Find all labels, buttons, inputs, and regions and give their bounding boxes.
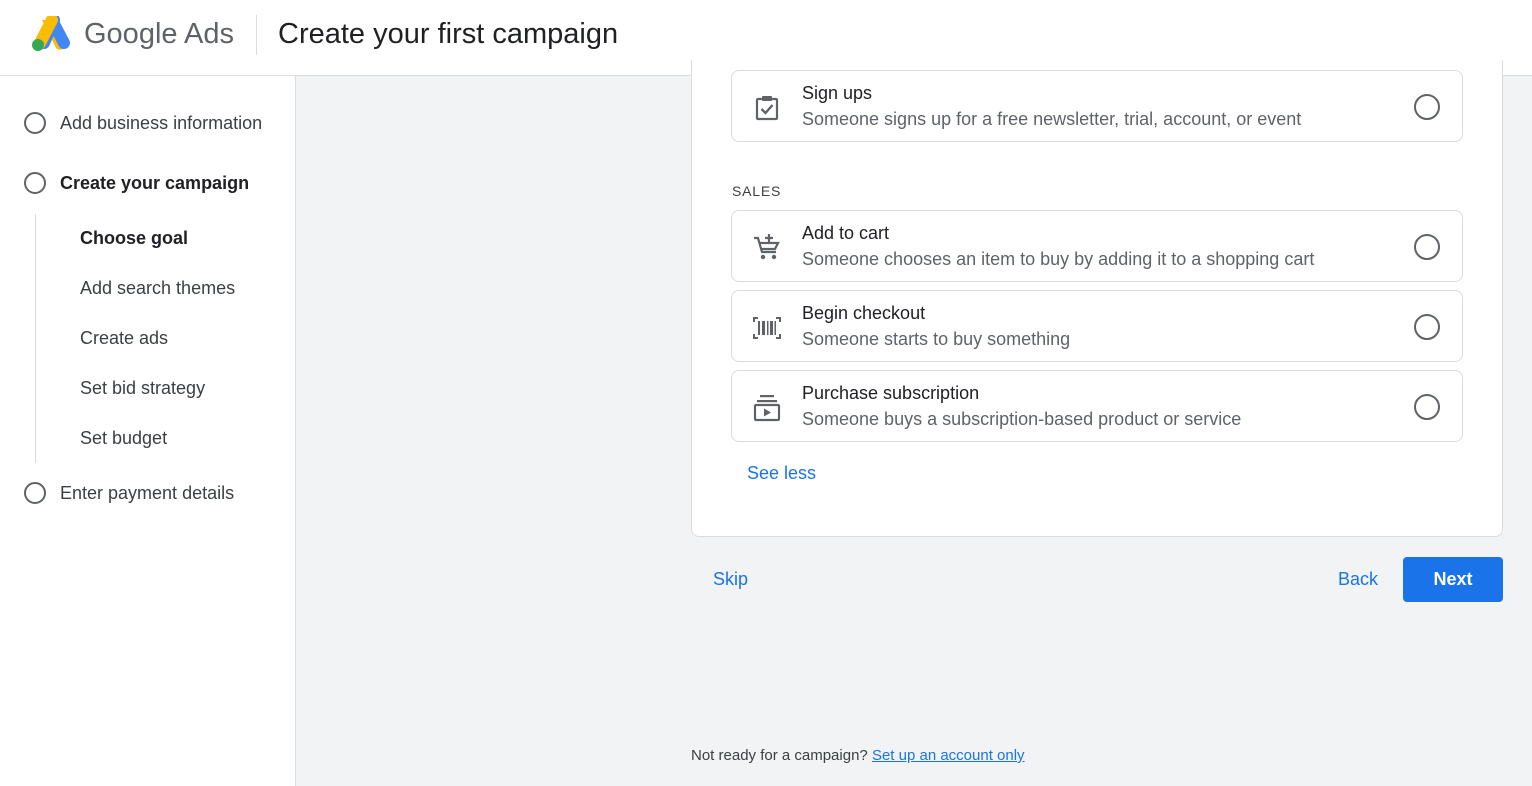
step-label: Create your campaign <box>60 172 250 193</box>
goal-description: Someone signs up for a free newsletter, … <box>802 109 1302 129</box>
clipboard-check-icon <box>755 96 779 121</box>
goal-option-add-to-cart[interactable]: Add to cart Someone chooses an item to b… <box>731 210 1463 282</box>
substep-set-bid-strategy[interactable]: Set bid strategy <box>80 378 205 399</box>
google-ads-logo-icon <box>32 16 70 51</box>
sidebar: Add business information Create your cam… <box>0 76 296 786</box>
footer-note: Not ready for a campaign? Set up an acco… <box>691 747 1025 764</box>
substep-add-search-themes[interactable]: Add search themes <box>80 278 235 299</box>
goal-radio[interactable] <box>1414 94 1440 120</box>
substep-choose-goal[interactable]: Choose goal <box>80 228 188 249</box>
footer-text: Not ready for a campaign? <box>691 747 868 764</box>
step-add-business-information[interactable]: Add business information <box>24 111 262 135</box>
step-label: Enter payment details <box>60 482 235 503</box>
step-enter-payment-details[interactable]: Enter payment details <box>24 481 234 505</box>
goal-option-sign-ups[interactable]: Sign ups Someone signs up for a free new… <box>731 70 1463 142</box>
cart-add-icon <box>754 234 780 260</box>
next-button[interactable]: Next <box>1403 557 1503 602</box>
header-divider <box>256 15 257 55</box>
section-label-sales: SALES <box>732 183 782 199</box>
back-button[interactable]: Back <box>1338 569 1378 590</box>
substep-set-budget[interactable]: Set budget <box>80 428 167 449</box>
substep-line <box>35 214 36 463</box>
goal-option-begin-checkout[interactable]: Begin checkout Someone starts to buy som… <box>731 290 1463 362</box>
see-less-link[interactable]: See less <box>747 463 816 484</box>
goal-title: Begin checkout <box>802 303 926 323</box>
skip-button[interactable]: Skip <box>713 569 748 590</box>
barcode-icon <box>753 317 781 339</box>
step-status-circle-icon <box>24 482 46 504</box>
goal-radio[interactable] <box>1414 314 1440 340</box>
step-label: Add business information <box>60 112 263 133</box>
step-status-circle-icon <box>24 172 46 194</box>
brand-ads: Ads <box>183 18 234 50</box>
brand-name: Google Ads <box>84 18 234 51</box>
step-status-circle-icon <box>24 112 46 134</box>
goal-radio[interactable] <box>1414 234 1440 260</box>
goal-option-purchase-subscription[interactable]: Purchase subscription Someone buys a sub… <box>731 370 1463 442</box>
goal-description: Someone buys a subscription-based produc… <box>802 409 1242 429</box>
step-create-your-campaign[interactable]: Create your campaign <box>24 171 249 195</box>
setup-account-only-link[interactable]: Set up an account only <box>872 747 1025 764</box>
substep-create-ads[interactable]: Create ads <box>80 328 168 349</box>
goal-title: Sign ups <box>802 83 873 103</box>
goal-description: Someone chooses an item to buy by adding… <box>802 249 1315 269</box>
goal-title: Add to cart <box>802 223 890 243</box>
page-title: Create your first campaign <box>278 18 619 50</box>
brand-google: Google <box>84 18 178 50</box>
goal-radio[interactable] <box>1414 394 1440 420</box>
goal-description: Someone starts to buy something <box>802 329 1071 349</box>
subscriptions-icon <box>753 395 781 422</box>
goal-title: Purchase subscription <box>802 383 980 403</box>
